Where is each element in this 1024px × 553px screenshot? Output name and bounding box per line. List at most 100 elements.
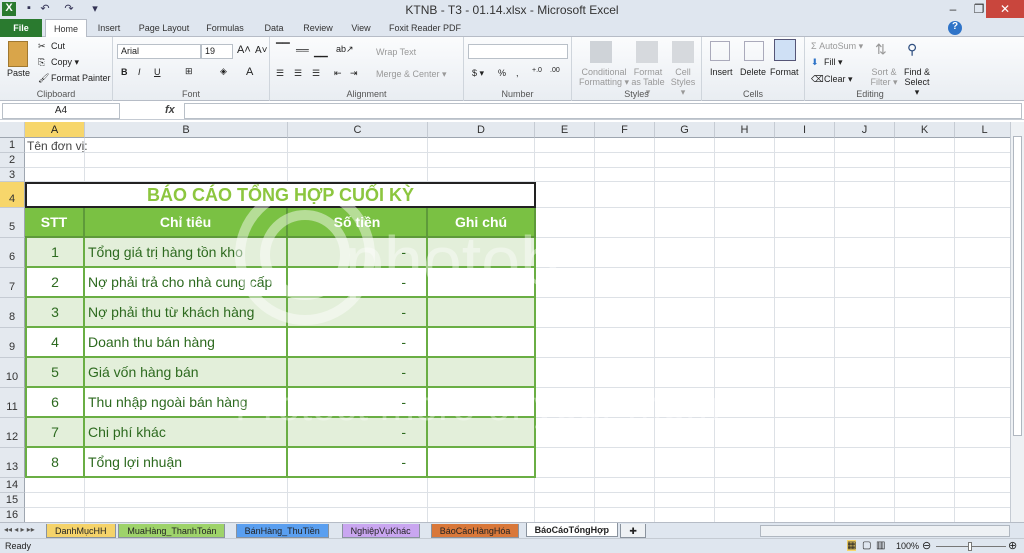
italic-icon[interactable]: I xyxy=(138,67,141,77)
font-size-select[interactable]: 19 xyxy=(201,44,233,59)
column-header-G[interactable]: G xyxy=(655,122,715,138)
tab-page-layout[interactable]: Page Layout xyxy=(135,19,193,37)
table-cell[interactable] xyxy=(428,388,536,418)
clear-button[interactable]: Clear ▾ xyxy=(824,74,853,85)
fill-color-icon[interactable]: ◈ xyxy=(220,66,227,77)
align-center-icon[interactable]: ☰ xyxy=(294,68,302,79)
comma-icon[interactable]: , xyxy=(516,68,519,78)
shrink-font-icon[interactable]: A˅ xyxy=(255,45,268,56)
table-cell[interactable]: 1 xyxy=(25,238,85,268)
column-header-K[interactable]: K xyxy=(895,122,955,138)
table-cell[interactable]: - xyxy=(288,268,428,298)
normal-view-icon[interactable]: ▦ xyxy=(847,540,857,551)
column-header-D[interactable]: D xyxy=(428,122,535,138)
sheet-nav-arrows-icon[interactable]: ◂◂ ◂ ▸ ▸▸ xyxy=(4,525,35,534)
fill-button[interactable]: Fill ▾ xyxy=(824,57,843,68)
select-all-corner[interactable] xyxy=(0,122,25,138)
zoom-slider-handle[interactable] xyxy=(968,542,972,551)
bold-icon[interactable]: B xyxy=(121,67,128,77)
help-icon[interactable]: ? xyxy=(948,21,962,35)
row-header-10[interactable]: 10 xyxy=(0,358,25,388)
table-cell[interactable]: - xyxy=(288,328,428,358)
table-header-2[interactable]: Số tiền xyxy=(288,208,428,238)
table-cell[interactable]: Doanh thu bán hàng xyxy=(85,328,288,358)
scroll-thumb[interactable] xyxy=(1013,136,1022,436)
vertical-scrollbar[interactable] xyxy=(1010,122,1024,522)
table-cell[interactable]: - xyxy=(288,358,428,388)
row-header-16[interactable]: 16 xyxy=(0,508,25,522)
page-layout-view-icon[interactable]: ▢ xyxy=(862,540,871,551)
table-cell[interactable]: - xyxy=(288,388,428,418)
sheet-tab[interactable]: BáoCáoTổngHợp xyxy=(525,523,618,537)
tab-file[interactable]: File xyxy=(0,19,42,37)
table-cell[interactable] xyxy=(428,238,536,268)
copy-button[interactable]: Copy ▾ xyxy=(51,57,79,68)
sort-filter-button[interactable]: Sort & Filter ▾ xyxy=(869,67,899,87)
row-header-11[interactable]: 11 xyxy=(0,388,25,418)
column-header-A[interactable]: A xyxy=(25,122,85,138)
increase-decimal-icon[interactable]: +.0 xyxy=(532,67,542,74)
row-header-12[interactable]: 12 xyxy=(0,418,25,448)
sheet-tab[interactable]: BánHàng_ThuTiền xyxy=(235,524,329,538)
row-header-3[interactable]: 3 xyxy=(0,168,25,182)
underline-icon[interactable]: U xyxy=(154,67,161,77)
font-name-select[interactable]: Arial xyxy=(117,44,201,59)
zoom-level[interactable]: 100% xyxy=(896,541,919,551)
table-header-0[interactable]: STT xyxy=(25,208,85,238)
tab-home[interactable]: Home xyxy=(45,19,87,38)
decrease-indent-icon[interactable]: ⇤ xyxy=(334,68,342,79)
table-cell[interactable] xyxy=(428,268,536,298)
row-header-1[interactable]: 1 xyxy=(0,138,25,153)
middle-align-icon[interactable]: ══ xyxy=(296,45,309,55)
table-cell[interactable] xyxy=(428,448,536,478)
table-cell[interactable]: - xyxy=(288,238,428,268)
table-cell[interactable]: Nợ phải thu từ khách hàng xyxy=(85,298,288,328)
table-header-1[interactable]: Chỉ tiêu xyxy=(85,208,288,238)
row-header-7[interactable]: 7 xyxy=(0,268,25,298)
percent-icon[interactable]: % xyxy=(498,68,506,78)
close-button[interactable]: ✕ xyxy=(986,0,1024,18)
column-header-I[interactable]: I xyxy=(775,122,835,138)
grow-font-icon[interactable]: A˄ xyxy=(237,44,251,56)
currency-icon[interactable]: $ ▾ xyxy=(472,68,484,79)
table-cell[interactable]: Nợ phải trả cho nhà cung cấp xyxy=(85,268,288,298)
tab-insert[interactable]: Insert xyxy=(90,19,128,37)
table-cell[interactable]: 7 xyxy=(25,418,85,448)
column-header-L[interactable]: L xyxy=(955,122,1010,138)
table-cell[interactable] xyxy=(428,298,536,328)
merge-center-button[interactable]: Merge & Center ▾ xyxy=(376,69,447,80)
table-cell[interactable]: 4 xyxy=(25,328,85,358)
borders-icon[interactable]: ⊞ xyxy=(185,66,193,77)
table-cell[interactable] xyxy=(428,418,536,448)
row-header-14[interactable]: 14 xyxy=(0,478,25,493)
row-header-15[interactable]: 15 xyxy=(0,493,25,508)
table-cell[interactable]: - xyxy=(288,418,428,448)
minimize-button[interactable]: – xyxy=(940,0,966,18)
font-color-icon[interactable]: A xyxy=(246,66,253,78)
zoom-in-icon[interactable]: ⊕ xyxy=(1008,539,1017,552)
row-header-4[interactable]: 4 xyxy=(0,182,25,208)
worksheet-grid[interactable]: A B C D E F G H I J K L 1 2 3 4 5 6 7 8 9 10 11 12 13 14 15 16 Tên đ… xyxy=(0,122,1010,522)
table-cell[interactable] xyxy=(428,328,536,358)
column-header-B[interactable]: B xyxy=(85,122,288,138)
table-cell[interactable]: 3 xyxy=(25,298,85,328)
table-cell[interactable]: Tổng lợi nhuận xyxy=(85,448,288,478)
sheet-tab[interactable]: DanhMụcHH xyxy=(46,524,116,538)
format-painter-button[interactable]: Format Painter xyxy=(51,73,111,83)
insert-button[interactable]: Insert xyxy=(710,67,733,77)
column-header-J[interactable]: J xyxy=(835,122,895,138)
table-cell[interactable]: Chi phí khác xyxy=(85,418,288,448)
insert-function-button[interactable]: fx xyxy=(165,104,175,116)
table-cell[interactable]: - xyxy=(288,298,428,328)
row-header-6[interactable]: 6 xyxy=(0,238,25,268)
tab-view[interactable]: View xyxy=(345,19,377,37)
autosum-button[interactable]: Σ AutoSum ▾ xyxy=(811,41,863,52)
row-header-13[interactable]: 13 xyxy=(0,448,25,478)
align-right-icon[interactable]: ☰ xyxy=(312,68,320,79)
table-cell[interactable]: 2 xyxy=(25,268,85,298)
row-header-2[interactable]: 2 xyxy=(0,153,25,168)
tab-data[interactable]: Data xyxy=(258,19,290,37)
sheet-tab[interactable]: BáoCáoHàngHóa xyxy=(430,524,520,538)
table-cell[interactable]: Tổng giá trị hàng tồn kho xyxy=(85,238,288,268)
tab-formulas[interactable]: Formulas xyxy=(200,19,250,37)
